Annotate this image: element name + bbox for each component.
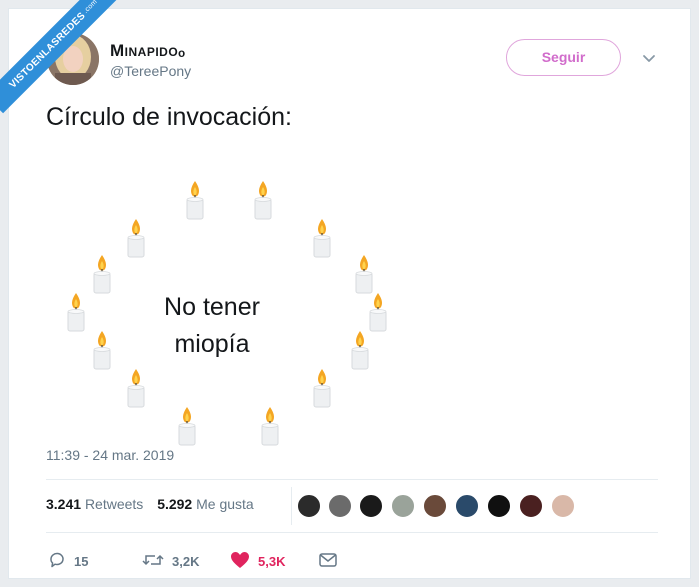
divider — [46, 479, 658, 480]
retweet-icon[interactable] — [142, 551, 164, 572]
reply-icon[interactable] — [48, 551, 66, 572]
action-bar: 15 3,2K 5,3K — [46, 551, 366, 575]
candle-icon — [91, 253, 113, 295]
likes-label[interactable]: Me gusta — [196, 496, 254, 512]
follow-button[interactable]: Seguir — [506, 39, 621, 76]
candle-circle: No tener miopía — [49, 159, 409, 449]
center-text: No tener miopía — [164, 293, 260, 358]
watermark-sub: .com — [82, 0, 99, 15]
liker-avatar[interactable] — [390, 493, 416, 519]
liker-avatar[interactable] — [327, 493, 353, 519]
candle-icon — [65, 291, 87, 333]
candle-icon — [125, 367, 147, 409]
reply-action[interactable]: 15 — [48, 551, 88, 572]
retweets-count[interactable]: 3.241 — [46, 496, 81, 512]
candle-icon — [91, 329, 113, 371]
user-display-name[interactable]: Minapidoₒ — [110, 41, 186, 61]
divider — [46, 532, 658, 533]
likes-count[interactable]: 5.292 — [157, 496, 192, 512]
tweet-text: Círculo de invocación: — [46, 103, 292, 131]
liker-avatar[interactable] — [486, 493, 512, 519]
like-action[interactable]: 5,3K — [230, 551, 285, 572]
candle-icon — [184, 179, 206, 221]
message-icon[interactable] — [318, 551, 338, 572]
candle-icon — [349, 329, 371, 371]
chevron-down-icon[interactable] — [639, 49, 659, 69]
candle-icon — [311, 367, 333, 409]
liker-avatar[interactable] — [454, 493, 480, 519]
message-action[interactable] — [318, 551, 338, 572]
engagement-stats: 3.241 Retweets 5.292 Me gusta — [46, 496, 254, 512]
liker-avatar[interactable] — [296, 493, 322, 519]
user-handle[interactable]: @TereePony — [110, 63, 191, 79]
reply-count: 15 — [74, 554, 89, 569]
stats-separator — [291, 487, 292, 525]
timestamp[interactable]: 11:39 - 24 mar. 2019 — [46, 447, 174, 463]
tweet-card: VISTOENLASREDES.com Minapidoₒ @TereePony… — [0, 0, 691, 579]
retweets-label[interactable]: Retweets — [85, 496, 143, 512]
candle-icon — [311, 217, 333, 259]
candle-icon — [252, 179, 274, 221]
like-count: 5,3K — [258, 554, 286, 569]
retweet-count: 3,2K — [172, 554, 200, 569]
candle-icon — [176, 405, 198, 447]
heart-icon[interactable] — [230, 551, 250, 572]
candle-icon — [259, 405, 281, 447]
liker-avatar[interactable] — [358, 493, 384, 519]
candle-icon — [367, 291, 389, 333]
liker-avatar[interactable] — [518, 493, 544, 519]
candle-icon — [125, 217, 147, 259]
liker-avatar[interactable] — [550, 493, 576, 519]
liker-avatar[interactable] — [422, 493, 448, 519]
retweet-action[interactable]: 3,2K — [142, 551, 199, 572]
candle-icon — [353, 253, 375, 295]
